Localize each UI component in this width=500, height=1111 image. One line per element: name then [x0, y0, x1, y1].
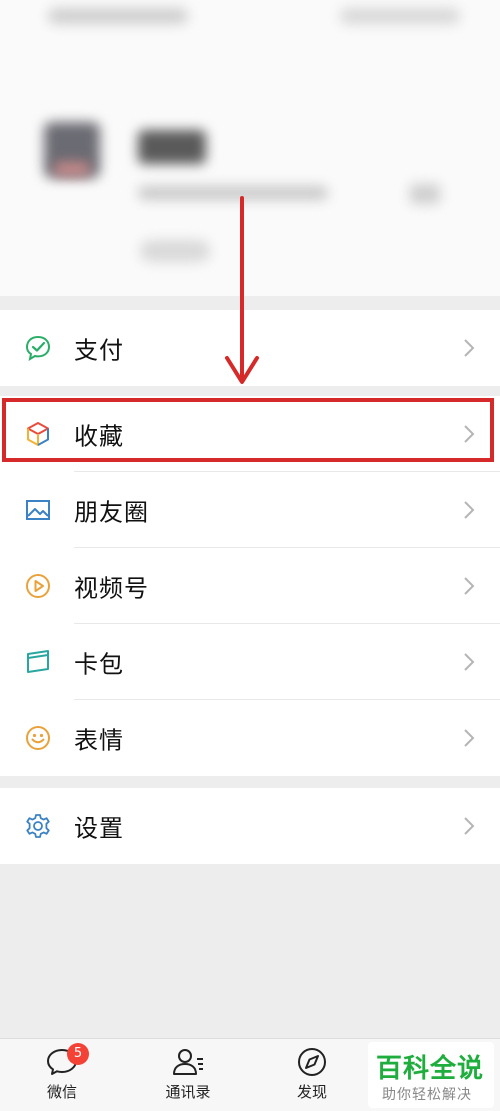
- menu-item-channels[interactable]: 视频号: [0, 548, 500, 624]
- menu-item-moments[interactable]: 朋友圈: [0, 472, 500, 548]
- tab-discover[interactable]: 发现: [262, 1039, 362, 1111]
- card-wallet-icon: [24, 648, 52, 676]
- channels-icon: [24, 572, 52, 600]
- menu-group-settings: 设置: [0, 788, 500, 864]
- status-button[interactable]: [140, 240, 210, 262]
- chevron-right-icon: [462, 337, 476, 359]
- stickers-icon: [24, 724, 52, 752]
- menu-item-label: 视频号: [74, 574, 149, 603]
- chevron-right-icon: [462, 423, 476, 445]
- tab-chats[interactable]: 5 微信: [12, 1039, 112, 1111]
- compass-icon: [295, 1047, 329, 1077]
- watermark-subtitle: 助你轻松解决: [382, 1087, 472, 1103]
- chat-bubble-icon: 5: [45, 1043, 89, 1077]
- watermark-logo: 百科全说 助你轻松解决: [368, 1042, 494, 1108]
- menu-item-label: 收藏: [74, 422, 124, 451]
- menu-item-favorites[interactable]: 收藏: [0, 396, 500, 472]
- avatar-detail: [54, 162, 90, 176]
- chevron-right-icon: [462, 651, 476, 673]
- menu-item-label: 设置: [74, 814, 124, 843]
- status-bar-right: [340, 8, 460, 24]
- moments-icon: [24, 496, 52, 524]
- contacts-icon: [171, 1047, 205, 1077]
- settings-icon: [24, 812, 52, 840]
- watermark-title: 百科全说: [376, 1054, 485, 1084]
- menu-item-label: 朋友圈: [74, 498, 149, 527]
- unread-badge: 5: [67, 1043, 89, 1065]
- profile-name: [138, 130, 206, 164]
- status-bar-left: [48, 8, 188, 24]
- favorites-icon: [24, 420, 52, 448]
- menu-item-stickers[interactable]: 表情: [0, 700, 500, 776]
- menu-item-card-wallet[interactable]: 卡包: [0, 624, 500, 700]
- menu-item-label: 卡包: [74, 650, 124, 679]
- tab-label: 微信: [46, 1083, 77, 1101]
- pay-icon: [24, 334, 52, 362]
- qr-code-icon[interactable]: [410, 184, 440, 204]
- chevron-right-icon: [462, 727, 476, 749]
- menu-group-main: 收藏 朋友圈 视频号 卡包 表情: [0, 396, 500, 776]
- tab-label: 通讯录: [165, 1083, 211, 1101]
- chevron-right-icon: [462, 499, 476, 521]
- tab-label: 发现: [296, 1083, 327, 1101]
- menu-item-label: 表情: [74, 726, 124, 755]
- chevron-right-icon: [462, 575, 476, 597]
- arrow-down-icon: [225, 196, 259, 384]
- menu-item-settings[interactable]: 设置: [0, 788, 500, 864]
- menu-item-label: 支付: [74, 336, 124, 365]
- tab-contacts[interactable]: 通讯录: [138, 1039, 238, 1111]
- chevron-right-icon: [462, 815, 476, 837]
